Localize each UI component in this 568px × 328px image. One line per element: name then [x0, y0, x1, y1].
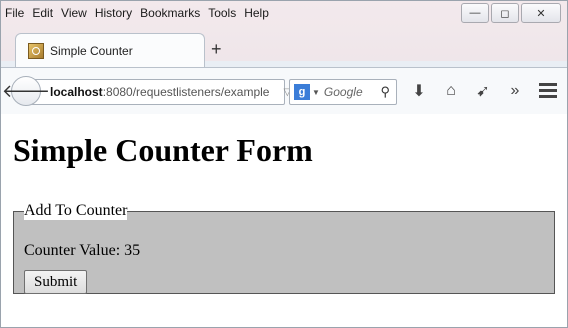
minimize-button[interactable]: — [461, 3, 489, 23]
menu-tools[interactable]: Tools [208, 6, 236, 20]
maximize-button[interactable]: ◻ [491, 3, 519, 23]
back-button[interactable]: 🡐 [2, 76, 50, 106]
page-title: Simple Counter Form [13, 132, 313, 168]
navigation-toolbar: localhost:8080/requestlisteners/example … [1, 67, 567, 115]
counter-value: 35 [124, 242, 141, 259]
counter-display: Counter Value: 35 [24, 242, 140, 260]
tab-strip: Simple Counter + [1, 31, 567, 68]
menu-bookmarks[interactable]: Bookmarks [140, 6, 200, 20]
download-icon[interactable]: ⬇ [403, 81, 435, 101]
menu-icon[interactable] [539, 80, 557, 101]
page-content: Simple Counter Form Add To Counter Count… [1, 114, 567, 327]
browser-window: File Edit View History Bookmarks Tools H… [0, 0, 568, 328]
menu-file[interactable]: File [5, 6, 24, 20]
counter-fieldset: Add To Counter Counter Value: 35 Submit [13, 202, 555, 294]
menu-view[interactable]: View [61, 6, 87, 20]
search-bar[interactable]: g ▼ Google ⚲ [289, 79, 397, 105]
menu-bar: File Edit View History Bookmarks Tools H… [5, 3, 277, 23]
menu-help[interactable]: Help [244, 6, 269, 20]
share-icon[interactable]: ➹ [467, 81, 499, 101]
search-engine-dropdown-icon[interactable]: ▼ [312, 88, 320, 97]
search-icon[interactable]: ⚲ [380, 84, 390, 100]
favicon-icon [28, 43, 44, 59]
google-icon[interactable]: g [294, 84, 310, 100]
new-tab-button[interactable]: + [211, 39, 222, 60]
tab-simple-counter[interactable]: Simple Counter [15, 33, 205, 68]
url-path: :8080/requestlisteners/example [102, 85, 270, 99]
toolbar-icons: ⬇ ⌂ ➹ » [403, 81, 531, 101]
url-bar[interactable]: localhost:8080/requestlisteners/example … [31, 79, 308, 105]
fieldset-legend: Add To Counter [24, 202, 128, 220]
window-controls: — ◻ ✕ [461, 3, 561, 23]
tab-title: Simple Counter [50, 44, 133, 58]
back-arrow-icon: 🡐 [1, 80, 51, 101]
url-text: localhost:8080/requestlisteners/example [50, 85, 269, 99]
url-host: localhost [50, 85, 103, 99]
close-button[interactable]: ✕ [521, 3, 561, 23]
search-placeholder: Google [323, 85, 363, 99]
home-icon[interactable]: ⌂ [435, 82, 467, 100]
counter-label: Counter Value: [24, 242, 121, 259]
menu-history[interactable]: History [95, 6, 132, 20]
overflow-icon[interactable]: » [499, 82, 531, 100]
menu-edit[interactable]: Edit [32, 6, 53, 20]
submit-button[interactable]: Submit [24, 270, 88, 294]
